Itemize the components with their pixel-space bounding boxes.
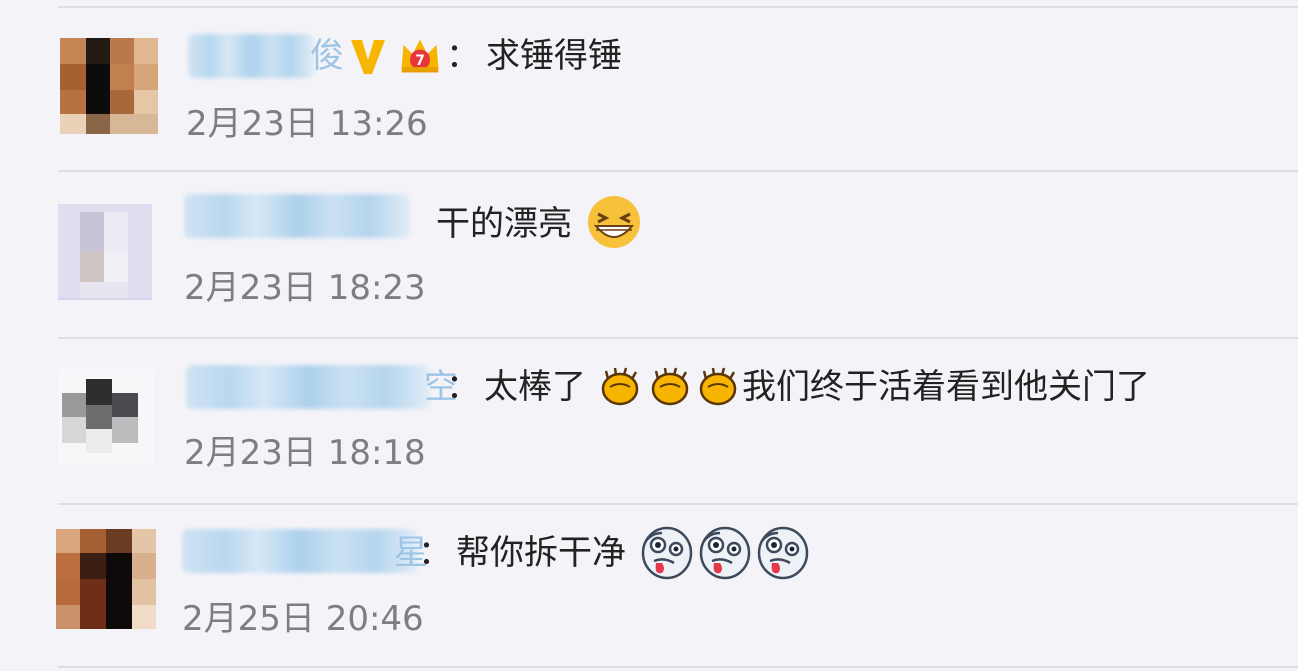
comment-item: 星 ： 帮你拆干净 2月25日 20:46 xyxy=(0,505,1298,671)
colon: ： xyxy=(446,36,480,76)
comment-item: 干的漂亮 2月23日 18:23 xyxy=(0,172,1298,338)
avatar[interactable] xyxy=(56,529,156,629)
crazy-face-emoji xyxy=(699,526,751,580)
username-blurred[interactable] xyxy=(188,34,314,78)
clap-emoji xyxy=(601,367,639,406)
comment-item: 俊 7 ： 求锤得锤 2月23日 13:26 xyxy=(0,8,1298,174)
comment-text: 帮你拆干净 xyxy=(456,533,626,573)
crazy-face-emoji xyxy=(757,526,809,580)
comment-item: 空 ： 太棒了 我们终于活着看到他关门了 2月23日 18:18 xyxy=(0,339,1298,505)
verified-v-icon xyxy=(351,40,385,74)
comment-text: 求锤得锤 xyxy=(486,36,622,76)
comment-text-before: 太棒了 xyxy=(484,367,586,407)
username-blurred[interactable] xyxy=(186,365,430,409)
username-tail[interactable]: 俊 xyxy=(310,34,344,78)
clap-emoji xyxy=(699,367,737,406)
avatar[interactable] xyxy=(60,38,158,134)
username-blurred[interactable] xyxy=(182,529,418,573)
comment-time[interactable]: 2月23日 18:18 xyxy=(184,433,426,473)
svg-text:7: 7 xyxy=(415,53,425,69)
comment-text-after: 我们终于活着看到他关门了 xyxy=(742,367,1150,407)
avatar[interactable] xyxy=(58,369,154,465)
comment-time[interactable]: 2月25日 20:46 xyxy=(182,599,424,639)
grin-emoji xyxy=(588,196,640,248)
comment-text: 干的漂亮 xyxy=(436,204,572,244)
comment-time[interactable]: 2月23日 13:26 xyxy=(186,104,428,144)
comment-time[interactable]: 2月23日 18:23 xyxy=(184,268,426,308)
colon: ： xyxy=(446,367,480,407)
crazy-face-emoji xyxy=(641,526,693,580)
colon: ： xyxy=(418,533,452,573)
username-blurred[interactable] xyxy=(184,194,410,238)
vip-crown-icon: 7 xyxy=(401,39,439,73)
avatar[interactable] xyxy=(58,204,152,300)
clap-emoji xyxy=(651,367,689,406)
